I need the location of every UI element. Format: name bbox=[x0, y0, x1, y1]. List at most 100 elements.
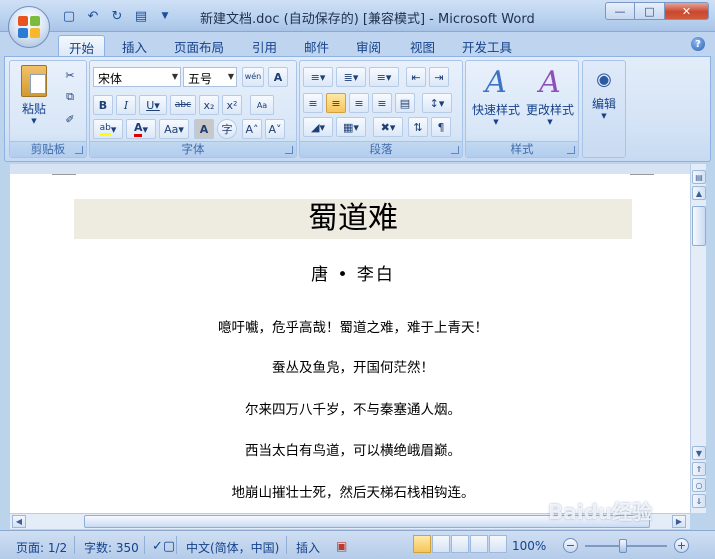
font-launcher-icon[interactable] bbox=[285, 146, 293, 154]
align-center-button[interactable]: ≡ bbox=[326, 93, 346, 113]
tab-mailings[interactable]: 邮件 bbox=[294, 35, 339, 56]
tab-developer[interactable]: 开发工具 bbox=[452, 35, 522, 56]
bold-button[interactable]: B bbox=[93, 95, 113, 115]
font-color-button[interactable]: A ▾ bbox=[126, 119, 156, 139]
page-count[interactable]: 页面: 1/2 bbox=[16, 539, 67, 556]
clear-formatting-button[interactable]: Aa bbox=[250, 95, 274, 115]
align-left-button[interactable]: ≡ bbox=[303, 93, 323, 113]
zoom-slider-knob[interactable] bbox=[619, 539, 627, 553]
borders-button[interactable]: ▦▾ bbox=[336, 117, 366, 137]
tab-home[interactable]: 开始 bbox=[58, 35, 106, 56]
multilevel-list-button[interactable]: ≡▾ bbox=[369, 67, 399, 87]
line-spacing-button[interactable]: ↕▾ bbox=[422, 93, 452, 113]
scroll-up-icon[interactable]: ▲ bbox=[692, 186, 706, 200]
clipboard-launcher-icon[interactable] bbox=[75, 146, 83, 154]
underline-button[interactable]: U▾ bbox=[139, 95, 167, 115]
italic-button[interactable]: I bbox=[116, 95, 136, 115]
font-size-dropdown-icon[interactable]: ▼ bbox=[228, 72, 234, 81]
tab-page-layout[interactable]: 页面布局 bbox=[164, 35, 234, 56]
paste-button[interactable]: 粘贴 ▼ bbox=[16, 65, 52, 125]
subscript-button[interactable]: x₂ bbox=[199, 95, 219, 115]
group-editing: ◉ 编辑 ▼ bbox=[582, 60, 626, 158]
strikethrough-button[interactable]: abc bbox=[170, 95, 196, 115]
document-author[interactable]: 唐 • 李白 bbox=[74, 260, 632, 285]
decrease-indent-button[interactable]: ⇤ bbox=[406, 67, 426, 87]
enclose-characters-button[interactable]: 字 bbox=[217, 119, 237, 139]
chinese-layout-button[interactable]: ✖▾ bbox=[373, 117, 403, 137]
macro-record-icon[interactable]: ▣ bbox=[336, 539, 347, 553]
scroll-down-icon[interactable]: ▼ bbox=[692, 446, 706, 460]
paragraph-launcher-icon[interactable] bbox=[451, 146, 459, 154]
draft-view-icon[interactable] bbox=[489, 535, 507, 553]
superscript-button[interactable]: x² bbox=[222, 95, 242, 115]
quick-styles-button[interactable]: A 快速样式 ▼ bbox=[470, 65, 522, 126]
change-case-button[interactable]: Aa▾ bbox=[159, 119, 189, 139]
print-layout-view-icon[interactable] bbox=[413, 535, 431, 553]
font-name-combo[interactable]: 宋体 ▼ bbox=[93, 67, 181, 87]
highlight-button[interactable]: ab ▾ bbox=[93, 119, 123, 139]
poem-line[interactable]: 噫吁嚱，危乎高哉！蜀道之难，难于上青天！ bbox=[74, 316, 632, 336]
undo-icon[interactable]: ↶ bbox=[84, 7, 102, 25]
ruler-toggle-icon[interactable]: ▤ bbox=[692, 170, 706, 184]
tab-view[interactable]: 视图 bbox=[400, 35, 445, 56]
redo-icon[interactable]: ↻ bbox=[108, 7, 126, 25]
font-size-combo[interactable]: 五号 ▼ bbox=[183, 67, 237, 87]
editing-button[interactable]: ◉ 编辑 ▼ bbox=[585, 65, 623, 120]
shrink-font-button[interactable]: A˅ bbox=[265, 119, 285, 139]
maximize-button[interactable]: □ bbox=[635, 2, 665, 20]
help-icon[interactable]: ? bbox=[691, 37, 705, 51]
change-styles-button[interactable]: A 更改样式 ▼ bbox=[524, 65, 576, 126]
office-button[interactable] bbox=[8, 6, 50, 48]
copy-icon[interactable]: ⧉ bbox=[60, 87, 80, 107]
increase-indent-button[interactable]: ⇥ bbox=[429, 67, 449, 87]
vertical-scroll-thumb[interactable] bbox=[692, 206, 706, 246]
cut-icon[interactable]: ✂ bbox=[60, 65, 80, 85]
qat-customize-icon[interactable]: ▼ bbox=[156, 7, 174, 25]
scroll-left-icon[interactable]: ◀ bbox=[12, 515, 26, 528]
document-title[interactable]: 蜀道难 bbox=[74, 199, 632, 239]
poem-line[interactable]: 蚕丛及鱼凫，开国何茫然！ bbox=[74, 356, 632, 376]
zoom-level[interactable]: 100% bbox=[512, 539, 546, 553]
print-preview-icon[interactable]: ▤ bbox=[132, 7, 150, 25]
status-separator bbox=[176, 536, 177, 554]
minimize-button[interactable]: — bbox=[605, 2, 635, 20]
document-canvas[interactable]: 蜀道难 唐 • 李白 噫吁嚱，危乎高哉！蜀道之难，难于上青天！ 蚕丛及鱼凫，开国… bbox=[10, 164, 690, 513]
tab-insert[interactable]: 插入 bbox=[112, 35, 157, 56]
justify-button[interactable]: ≡ bbox=[372, 93, 392, 113]
tab-review[interactable]: 审阅 bbox=[346, 35, 391, 56]
tab-references[interactable]: 引用 bbox=[242, 35, 287, 56]
close-button[interactable]: ✕ bbox=[665, 2, 709, 20]
proofing-icon[interactable]: ✓▢ bbox=[152, 539, 175, 554]
select-browse-object-icon[interactable]: ○ bbox=[692, 478, 706, 492]
vertical-scrollbar[interactable]: ▤ ▲ ▼ ⇑ ○ ⇓ bbox=[690, 164, 706, 513]
word-count[interactable]: 字数: 350 bbox=[84, 539, 139, 556]
distributed-button[interactable]: ▤ bbox=[395, 93, 415, 113]
zoom-out-icon[interactable]: − bbox=[563, 538, 578, 553]
scroll-right-icon[interactable]: ▶ bbox=[672, 515, 686, 528]
zoom-in-icon[interactable]: + bbox=[674, 538, 689, 553]
character-shading-button[interactable]: A bbox=[194, 119, 214, 139]
character-border-button[interactable]: A bbox=[268, 67, 288, 87]
align-right-button[interactable]: ≡ bbox=[349, 93, 369, 113]
bullets-button[interactable]: ≡▾ bbox=[303, 67, 333, 87]
next-page-icon[interactable]: ⇓ bbox=[692, 494, 706, 508]
format-painter-icon[interactable]: ✐ bbox=[60, 109, 80, 129]
previous-page-icon[interactable]: ⇑ bbox=[692, 462, 706, 476]
shading-button[interactable]: ◢▾ bbox=[303, 117, 333, 137]
show-marks-button[interactable]: ¶ bbox=[431, 117, 451, 137]
insert-mode-status[interactable]: 插入 bbox=[296, 539, 320, 556]
quick-styles-dropdown-icon: ▼ bbox=[493, 118, 499, 126]
font-name-dropdown-icon[interactable]: ▼ bbox=[172, 72, 178, 81]
poem-line[interactable]: 尔来四万八千岁，不与秦塞通人烟。 bbox=[74, 398, 632, 418]
styles-launcher-icon[interactable] bbox=[567, 146, 575, 154]
save-icon[interactable]: ▢ bbox=[60, 7, 78, 25]
numbering-button[interactable]: ≣▾ bbox=[336, 67, 366, 87]
phonetic-guide-button[interactable]: wén bbox=[242, 67, 264, 87]
language-status[interactable]: 中文(简体，中国) bbox=[186, 539, 279, 556]
outline-view-icon[interactable] bbox=[470, 535, 488, 553]
grow-font-button[interactable]: A˄ bbox=[242, 119, 262, 139]
sort-button[interactable]: ⇅ bbox=[408, 117, 428, 137]
poem-line[interactable]: 西当太白有鸟道，可以横绝峨眉巅。 bbox=[74, 439, 632, 459]
full-screen-reading-icon[interactable] bbox=[432, 535, 450, 553]
web-layout-icon[interactable] bbox=[451, 535, 469, 553]
